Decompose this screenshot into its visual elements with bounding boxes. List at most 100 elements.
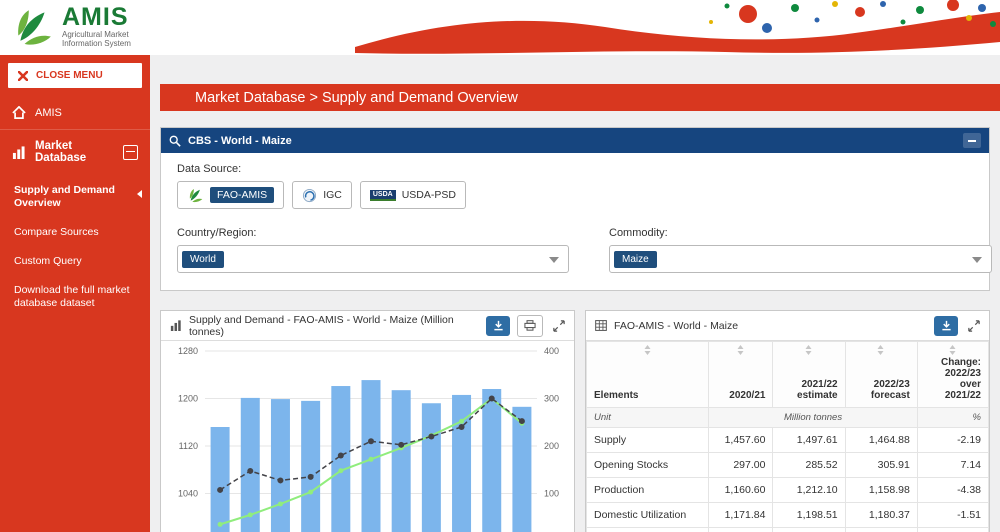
value-cell: -4.38 [917,478,988,503]
svg-text:100: 100 [544,489,559,499]
collapse-menu-icon[interactable] [123,145,138,160]
value-cell: 1,198.51 [773,503,845,528]
expand-arrows-icon [553,320,565,332]
col-label: 2021/22 estimate [797,379,838,401]
unit-tonnes: Million tonnes [709,408,918,428]
col-header-2020-21[interactable]: 2020/21 [709,342,773,408]
bar-chart-icon [12,146,26,159]
close-icon [18,71,28,81]
logo-subtitle-2: Information System [62,39,131,48]
value-cell: -1.51 [917,503,988,528]
country-tag[interactable]: World [182,251,224,268]
sidebar-item-amis-label: AMIS [35,107,138,119]
download-icon [941,320,952,331]
svg-text:1120: 1120 [179,441,198,451]
breadcrumb-text: Market Database > Supply and Demand Over… [195,90,518,106]
sidebar-item-download-dataset[interactable]: Download the full market database datase… [0,276,150,318]
commodity-select[interactable]: Maize [609,245,992,273]
unit-label: Unit [587,408,709,428]
unit-row: Unit Million tonnes % [587,408,989,428]
source-button-fao-amis[interactable]: FAO-AMIS [177,181,284,209]
table-panel-header: FAO-AMIS - World - Maize [586,311,989,341]
amis-logo[interactable]: AMIS Agricultural Market Information Sys… [12,4,131,48]
expand-arrows-icon [968,320,980,332]
sidebar-item-supply-and-demand-overview[interactable]: Supply and Demand Overview [0,176,150,218]
breadcrumb: Market Database > Supply and Demand Over… [160,84,1000,111]
chart-icon [170,320,182,331]
close-menu-button[interactable]: CLOSE MENU [8,63,142,88]
value-cell: 297.00 [709,453,773,478]
chart-print-button[interactable] [517,315,543,337]
col-label: Elements [594,390,638,401]
amis-app: AMIS Agricultural Market Information Sys… [0,0,1000,532]
fao-amis-table-panel: FAO-AMIS - World - Maize E [585,310,990,532]
source-button-igc[interactable]: IGC [292,181,352,209]
col-label: 2020/21 [729,390,765,401]
country-region-select[interactable]: World [177,245,569,273]
value-cell: -2.19 [917,428,988,453]
sort-caret-icon [878,345,885,355]
col-header-2022-23-forecast[interactable]: 2022/23 forecast [845,342,917,408]
chart-panel-title: Supply and Demand - FAO-AMIS - World - M… [189,314,479,338]
col-header-elements[interactable]: Elements [587,342,709,408]
logo-subtitle-1: Agricultural Market [62,30,131,39]
source-label: IGC [323,189,342,201]
value-cell: 143.21 [709,528,773,532]
svg-text:1200: 1200 [178,394,198,404]
commodity-tag[interactable]: Maize [614,251,657,268]
sidebar-item-custom-query[interactable]: Custom Query [0,247,150,276]
chevron-down-icon [972,257,982,263]
col-header-change[interactable]: Change: 2022/23 over 2021/22 [917,342,988,408]
fao-amis-logo-icon [187,187,204,203]
collapse-panel-button[interactable] [963,133,981,148]
country-region-label: Country/Region: [177,227,569,239]
col-header-2021-22-estimate[interactable]: 2021/22 estimate [773,342,845,408]
value-cell: 7.14 [917,453,988,478]
source-label: USDA-PSD [402,189,456,201]
usda-logo-icon: USDA [370,190,396,201]
table-panel-title: FAO-AMIS - World - Maize [614,320,927,332]
sort-caret-icon [737,345,744,355]
sidebar-item-compare-sources[interactable]: Compare Sources [0,218,150,247]
igc-logo-icon [302,188,317,203]
value-cell: 1,158.98 [845,478,917,503]
table-expand-icon[interactable] [965,317,983,335]
table-row-opening-stocks: Opening Stocks 297.00 285.52 305.91 7.14 [587,453,989,478]
supply-demand-chart: 1040112012001280100200300400 [161,341,572,532]
value-cell: 1,464.88 [845,428,917,453]
table-header-row: Elements 2020/21 2021/22 estimate 2022/2… [587,342,989,408]
value-cell: 305.91 [845,453,917,478]
table-row-domestic-utilization: Domestic Utilization 1,171.84 1,198.51 1… [587,503,989,528]
table-icon [595,320,607,331]
subitem-label: Supply and Demand Overview [14,184,115,209]
sort-caret-icon [806,345,813,355]
amis-logo-icon [12,4,54,48]
chart-expand-icon[interactable] [550,317,568,335]
subitem-label: Custom Query [14,255,82,267]
chart-download-button[interactable] [486,316,510,336]
sidebar-item-market-database[interactable]: Market Database [0,129,150,174]
svg-text:200: 200 [544,441,559,451]
element-cell: Production [587,478,709,503]
sidebar: CLOSE MENU AMIS Market Database Supply a… [0,55,150,532]
chevron-down-icon [549,257,559,263]
sidebar-item-market-database-label: Market Database [35,140,114,164]
table-download-button[interactable] [934,316,958,336]
source-button-usda-psd[interactable]: USDA USDA-PSD [360,181,466,209]
subitem-label: Compare Sources [14,226,99,238]
svg-text:1280: 1280 [178,346,198,356]
decorative-banner [355,0,1000,55]
supply-demand-chart-panel: Supply and Demand - FAO-AMIS - World - M… [160,310,575,532]
table-row-production: Production 1,160.60 1,212.10 1,158.98 -4… [587,478,989,503]
home-icon [12,106,26,119]
logo-title: AMIS [62,4,131,30]
element-cell: Supply [587,428,709,453]
table-row-supply: Supply 1,457.60 1,497.61 1,464.88 -2.19 [587,428,989,453]
close-menu-label: CLOSE MENU [36,70,103,81]
commodity-label: Commodity: [609,227,992,239]
value-cell: 147.05 [845,528,917,532]
value-cell: 1,497.61 [773,428,845,453]
svg-text:300: 300 [544,394,559,404]
col-label: Change: 2022/23 over 2021/22 [941,357,981,401]
sidebar-item-amis[interactable]: AMIS [0,96,150,129]
